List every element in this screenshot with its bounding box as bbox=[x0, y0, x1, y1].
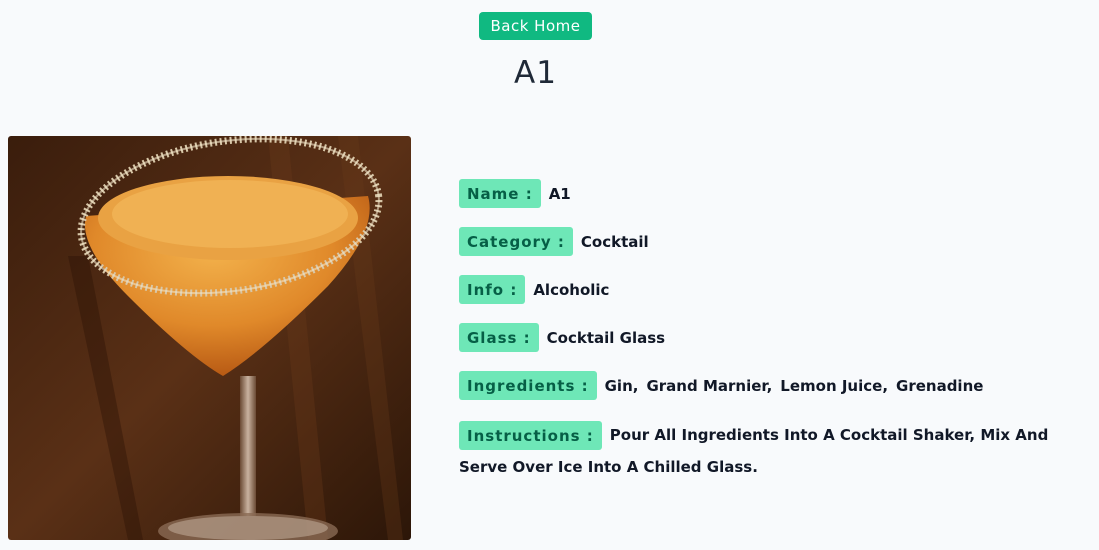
ingredient-item: Grenadine bbox=[896, 376, 984, 395]
ingredients-row: Ingredients : Gin, Grand Marnier, Lemon Ju… bbox=[459, 371, 1059, 400]
category-label: Category : bbox=[459, 227, 573, 256]
info-label: Info : bbox=[459, 275, 526, 304]
name-label: Name : bbox=[459, 179, 541, 208]
glass-value: Cocktail Glass bbox=[546, 328, 666, 347]
cocktail-image bbox=[8, 136, 411, 540]
ingredient-item: Grand Marnier, bbox=[646, 376, 773, 395]
glass-label: Glass : bbox=[459, 323, 539, 352]
cocktail-details: Name : A1 Category : Cocktail Info : Alc… bbox=[459, 179, 1059, 483]
cocktail-detail-page: Back Home A1 Name: A1 Category: Cockta… bbox=[0, 0, 1099, 550]
category-row: Category : Cocktail bbox=[459, 227, 1059, 256]
name-value: A1 bbox=[548, 184, 571, 203]
name-row: Name : A1 bbox=[459, 179, 1059, 208]
glass-row: Glass : Cocktail Glass bbox=[459, 323, 1059, 352]
category-value: Cocktail bbox=[580, 232, 649, 251]
info-row: Info : Alcoholic bbox=[459, 275, 1059, 304]
back-home-button[interactable]: Back Home bbox=[479, 12, 592, 40]
ingredients-label: Ingredients : bbox=[459, 371, 597, 400]
instructions-row: Instructions : Pour All Ingredients Into … bbox=[459, 419, 1059, 483]
info-value: Alcoholic bbox=[533, 280, 610, 299]
ingredient-item: Lemon Juice, bbox=[780, 376, 889, 395]
ingredients-list: Gin, Grand Marnier, Lemon Juice, Grenadine bbox=[605, 377, 992, 395]
instructions-label: Instructions : bbox=[459, 421, 602, 450]
page-title: A1 bbox=[514, 55, 557, 91]
ingredient-item: Gin, bbox=[604, 376, 639, 395]
